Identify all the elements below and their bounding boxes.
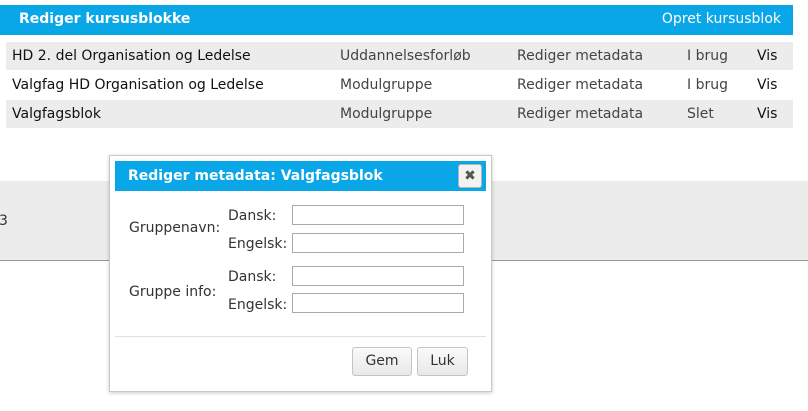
dialog-divider: [115, 336, 486, 337]
page-title: Rediger kursusblokke: [19, 11, 191, 27]
row-name: Valgfagsblok: [12, 106, 101, 122]
create-course-block-link[interactable]: Opret kursusblok: [662, 11, 781, 27]
group-info-english-input[interactable]: [292, 293, 464, 313]
close-button[interactable]: Luk: [417, 347, 468, 376]
row-status: I brug: [687, 77, 728, 93]
table-row: Valgfagsblok Modulgruppe Rediger metadat…: [6, 100, 793, 128]
course-block-table: HD 2. del Organisation og Ledelse Uddann…: [6, 42, 793, 129]
group-name-label: Gruppenavn:: [129, 220, 221, 236]
row-name: Valgfag HD Organisation og Ledelse: [12, 77, 264, 93]
group-info-danish-input[interactable]: [292, 266, 464, 286]
row-type: Uddannelsesforløb: [340, 48, 471, 64]
group-info-label: Gruppe info:: [129, 284, 217, 300]
edit-metadata-link[interactable]: Rediger metadata: [517, 48, 643, 64]
dialog-title: Rediger metadata: Valgfagsblok: [128, 168, 383, 184]
view-link[interactable]: Vis: [757, 77, 777, 93]
row-name: HD 2. del Organisation og Ledelse: [12, 48, 251, 64]
view-link[interactable]: Vis: [757, 106, 777, 122]
view-link[interactable]: Vis: [757, 48, 777, 64]
edit-metadata-dialog: Rediger metadata: Valgfagsblok ✖ Gruppen…: [109, 155, 492, 392]
row-type: Modulgruppe: [340, 77, 433, 93]
group-name-danish-label: Dansk:: [228, 208, 277, 224]
row-type: Modulgruppe: [340, 106, 433, 122]
page-header: Rediger kursusblokke Opret kursusblok: [0, 5, 793, 35]
table-row: Valgfag HD Organisation og Ledelse Modul…: [6, 71, 793, 99]
dialog-header: Rediger metadata: Valgfagsblok ✖: [115, 161, 486, 191]
group-name-english-input[interactable]: [292, 233, 464, 253]
delete-link[interactable]: Slet: [687, 106, 714, 122]
group-name-english-label: Engelsk:: [228, 236, 288, 252]
background-edge-text: 3: [0, 213, 8, 229]
table-row: HD 2. del Organisation og Ledelse Uddann…: [6, 42, 793, 70]
edit-metadata-link[interactable]: Rediger metadata: [517, 77, 643, 93]
edit-metadata-link[interactable]: Rediger metadata: [517, 106, 643, 122]
row-status: I brug: [687, 48, 728, 64]
close-icon: ✖: [464, 168, 476, 184]
save-button[interactable]: Gem: [352, 347, 412, 376]
dialog-close-button[interactable]: ✖: [458, 164, 482, 188]
group-name-danish-input[interactable]: [292, 205, 464, 225]
group-info-english-label: Engelsk:: [228, 297, 288, 313]
group-info-danish-label: Dansk:: [228, 269, 277, 285]
